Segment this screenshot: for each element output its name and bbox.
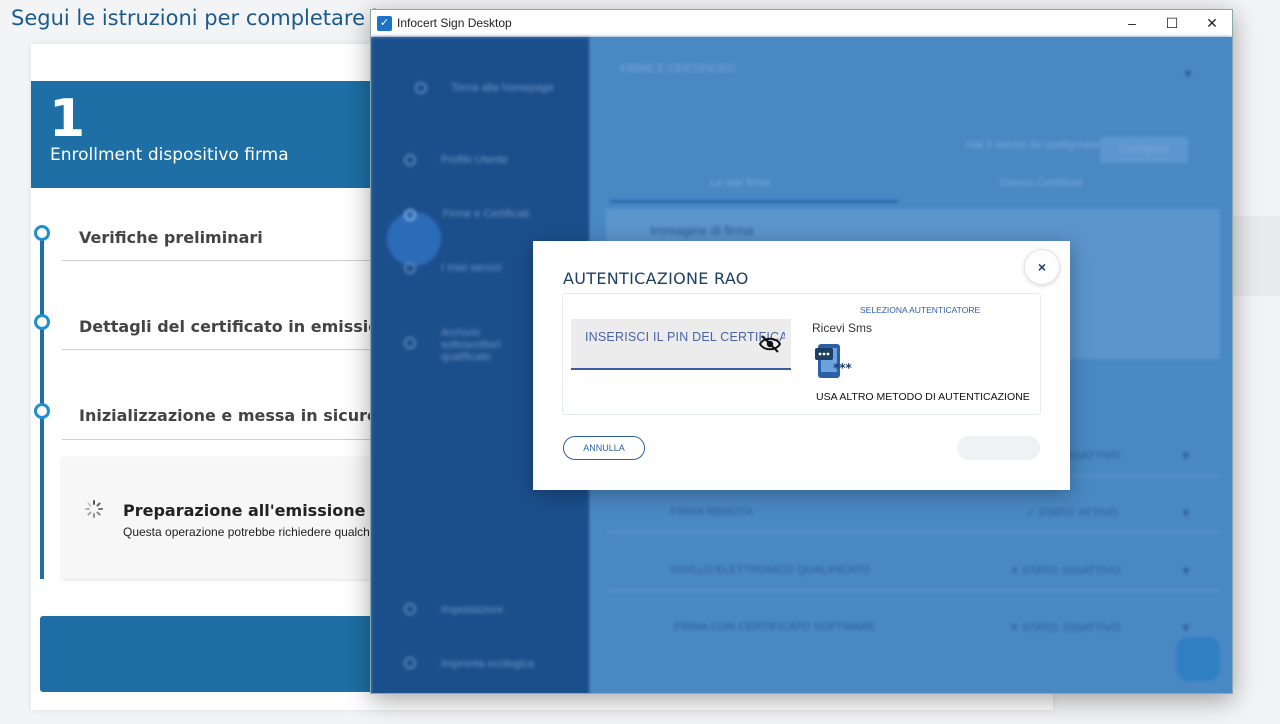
services-icon bbox=[404, 262, 416, 274]
ok-button[interactable]: OK bbox=[957, 436, 1040, 460]
row-name: FIRMA REMOTA bbox=[670, 506, 753, 518]
step-number: 1 bbox=[49, 89, 86, 149]
background-panel bbox=[1228, 216, 1280, 296]
other-auth-method-link[interactable]: USA ALTRO METODO DI AUTENTICAZIONE bbox=[816, 391, 1030, 403]
chevron-down-icon[interactable]: ▼ bbox=[1180, 449, 1192, 463]
home-icon bbox=[415, 82, 427, 94]
sidebar-item-archivio[interactable]: Archivio sottoscrittori qualificato bbox=[441, 327, 541, 363]
timeline-dot bbox=[34, 225, 50, 241]
row-name: SIGILLO ELETTRONICO QUALIFICATO bbox=[670, 564, 870, 576]
modal-close-button[interactable]: × bbox=[1024, 249, 1060, 285]
progress-title: Preparazione all'emissione bbox=[123, 501, 366, 520]
section-header: FIRME E CERTIFICATI bbox=[620, 63, 735, 75]
divider bbox=[62, 349, 382, 350]
divider bbox=[62, 439, 382, 440]
step-header: 1 Enrollment dispositivo firma bbox=[31, 81, 391, 188]
chevron-down-icon[interactable]: ▼ bbox=[1180, 564, 1192, 578]
row-divider bbox=[608, 532, 1220, 533]
window-title: Infocert Sign Desktop bbox=[397, 16, 512, 30]
active-indicator bbox=[387, 212, 441, 266]
row-status: ✓ STATO: ATTIVO bbox=[1026, 507, 1118, 519]
tab-elenco-certificati[interactable]: Elenco Certificati bbox=[1000, 177, 1083, 189]
pin-input[interactable] bbox=[571, 319, 791, 368]
row-name: FIRMA CON CERTIFICATO SOFTWARE bbox=[674, 621, 876, 633]
cancel-button[interactable]: ANNULLA bbox=[563, 436, 645, 460]
row-status: ✕ STATO: DISATTIVO bbox=[1010, 565, 1121, 577]
chevron-down-icon[interactable]: ▼ bbox=[1180, 621, 1192, 635]
title-bar: ✓ Infocert Sign Desktop – ☐ ✕ bbox=[371, 10, 1232, 37]
signature-icon bbox=[404, 209, 416, 221]
spinner-icon bbox=[85, 500, 103, 518]
divider bbox=[62, 260, 382, 261]
sidebar-item-impronta[interactable]: Impronta ecologica bbox=[441, 658, 534, 670]
maximize-button[interactable]: ☐ bbox=[1152, 10, 1192, 37]
auth-selector-label: SELEZIONA AUTENTICATORE bbox=[860, 305, 981, 315]
svg-text:***: *** bbox=[833, 361, 853, 375]
bottom-action-bar bbox=[40, 616, 380, 692]
chevron-down-icon: ▼ bbox=[1182, 67, 1194, 81]
auth-method-label[interactable]: Ricevi Sms bbox=[812, 321, 872, 335]
sidebar-item-impostazioni[interactable]: Impostazioni bbox=[441, 604, 503, 616]
modal-title: AUTENTICAZIONE RAO bbox=[563, 269, 749, 288]
sms-phone-icon[interactable]: *** bbox=[814, 342, 856, 382]
sidebar-item-servizi[interactable]: I miei servizi bbox=[441, 262, 502, 274]
tab-le-mie-firme[interactable]: Le mie firme bbox=[710, 177, 771, 189]
configure-hint: Hai 3 servizi da configurare bbox=[966, 139, 1100, 151]
configure-button-label: Configura bbox=[1120, 143, 1168, 155]
active-tab-underline bbox=[610, 200, 898, 203]
row-divider bbox=[608, 590, 1220, 591]
settings-icon bbox=[404, 603, 416, 615]
page-heading: Segui le istruzioni per completare l'e bbox=[11, 6, 397, 30]
user-icon bbox=[404, 154, 416, 166]
step-title: Enrollment dispositivo firma bbox=[50, 145, 289, 165]
auth-modal: AUTENTICAZIONE RAO × SELEZIONA AUTENTICA… bbox=[533, 241, 1070, 490]
leaf-icon bbox=[404, 657, 416, 669]
timeline-dot bbox=[34, 314, 50, 330]
timeline-item-verifiche: Verifiche preliminari bbox=[79, 228, 263, 247]
progress-box: Preparazione all'emissione Questa operaz… bbox=[62, 457, 382, 579]
sidebar-item-profilo[interactable]: Profilo Utente bbox=[441, 154, 508, 166]
panel-title: Immagine di firma bbox=[650, 223, 754, 238]
app-logo-icon: ✓ bbox=[377, 16, 392, 31]
progress-subtitle: Questa operazione potrebbe richiedere qu… bbox=[123, 525, 377, 539]
sidebar-item-firme[interactable]: Firme e Certificati bbox=[443, 208, 529, 220]
timeline-dot bbox=[34, 403, 50, 419]
configure-button[interactable]: Configura bbox=[1100, 137, 1188, 163]
auth-box: SELEZIONA AUTENTICATORE Ricevi Sms *** U… bbox=[562, 293, 1041, 415]
archive-icon bbox=[404, 337, 416, 349]
minimize-button[interactable]: – bbox=[1112, 10, 1152, 37]
chevron-down-icon[interactable]: ▼ bbox=[1180, 506, 1192, 520]
chat-icon[interactable] bbox=[1176, 637, 1220, 681]
pin-field[interactable] bbox=[571, 319, 791, 370]
row-status: ✕ STATO: DISATTIVO bbox=[1010, 622, 1121, 634]
eye-slash-icon[interactable] bbox=[759, 335, 781, 353]
timeline-item-dettagli: Dettagli del certificato in emissione bbox=[79, 317, 402, 336]
close-window-button[interactable]: ✕ bbox=[1192, 10, 1232, 37]
sidebar-item-home[interactable]: Torna alla homepage bbox=[451, 82, 554, 94]
